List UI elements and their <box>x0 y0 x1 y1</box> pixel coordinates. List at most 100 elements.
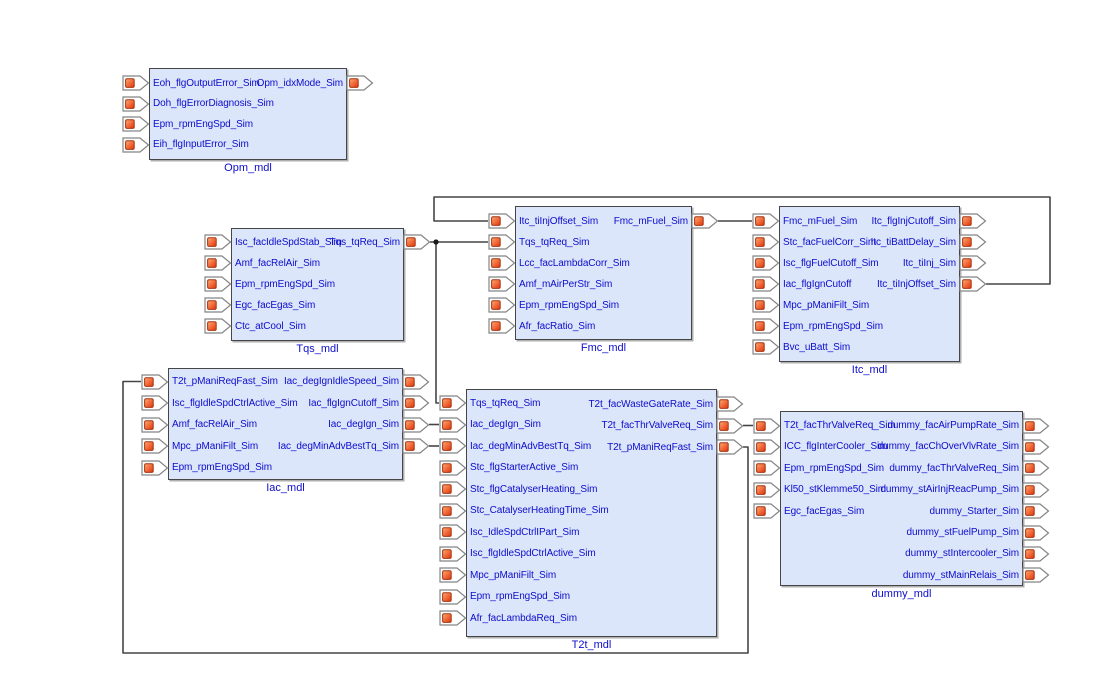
input-port-Itc_tiInjOffset_Sim[interactable] <box>488 213 516 229</box>
input-port-label: Stc_flgCatalyserHeating_Sim <box>470 482 597 497</box>
port-square-icon <box>757 464 766 473</box>
output-port-label: Iac_degIgn_Sim <box>328 417 399 432</box>
input-port-Isc_flgIdleSpdCtrlActive_Sim[interactable] <box>439 546 467 562</box>
output-port-Itc_tiBattDelay_Sim[interactable] <box>959 234 987 250</box>
port-square-icon <box>1026 443 1035 452</box>
port-square-icon <box>695 217 704 226</box>
output-port-T2t_facWasteGateRate_Sim[interactable] <box>716 396 744 412</box>
input-port-Afr_facRatio_Sim[interactable] <box>488 318 516 334</box>
output-port-label: T2t_pManiReqFast_Sim <box>607 440 713 455</box>
input-port-label: Mpc_pManiFilt_Sim <box>783 298 869 313</box>
port-square-icon <box>406 442 415 451</box>
output-port-dummy_facAirPumpRate_Sim[interactable] <box>1022 418 1050 434</box>
output-port-Iac_degIgnIdleSpeed_Sim[interactable] <box>402 374 430 390</box>
output-port-label: Tqs_tqReq_Sim <box>330 235 400 250</box>
port-square-icon <box>756 280 765 289</box>
input-port-Epm_rpmEngSpd_Sim[interactable] <box>752 318 780 334</box>
port-square-icon <box>1026 571 1035 580</box>
port-square-icon <box>443 399 452 408</box>
input-port-label: Stc_facFuelCorr_Sim <box>783 235 876 250</box>
output-port-Fmc_mFuel_Sim[interactable] <box>691 213 719 229</box>
input-port-Amf_facRelAir_Sim[interactable] <box>141 417 169 433</box>
output-port-dummy_stMainRelais_Sim[interactable] <box>1022 567 1050 583</box>
port-square-icon <box>756 343 765 352</box>
input-port-Epm_rpmEngSpd_Sim[interactable] <box>439 589 467 605</box>
input-port-Stc_flgCatalyserHeating_Sim[interactable] <box>439 481 467 497</box>
output-port-Itc_flgInjCutoff_Sim[interactable] <box>959 213 987 229</box>
input-port-Isc_flgIdleSpdCtrlActive_Sim[interactable] <box>141 395 169 411</box>
port-square-icon <box>492 280 501 289</box>
output-port-Itc_tiInj_Sim[interactable] <box>959 255 987 271</box>
input-port-Isc_facIdleSpdStab_Sim[interactable] <box>204 234 232 250</box>
input-port-Egc_facEgas_Sim[interactable] <box>204 297 232 313</box>
input-port-Kl50_stKlemme50_Sim[interactable] <box>753 482 781 498</box>
port-square-icon <box>443 614 452 623</box>
output-port-T2t_pManiReqFast_Sim[interactable] <box>716 439 744 455</box>
output-port-dummy_facThrValveReq_Sim[interactable] <box>1022 460 1050 476</box>
input-port-Egc_facEgas_Sim[interactable] <box>753 503 781 519</box>
output-port-dummy_stAirInjReacPump_Sim[interactable] <box>1022 482 1050 498</box>
input-port-Epm_rpmEngSpd_Sim[interactable] <box>488 297 516 313</box>
output-port-Iac_flgIgnCutoff_Sim[interactable] <box>402 395 430 411</box>
input-port-label: Stc_flgStarterActive_Sim <box>470 460 578 475</box>
input-port-Isc_IdleSpdCtrlIPart_Sim[interactable] <box>439 524 467 540</box>
output-port-T2t_facThrValveReq_Sim[interactable] <box>716 418 744 434</box>
input-port-T2t_facThrValveReq_Sim[interactable] <box>753 418 781 434</box>
input-port-Amf_mAirPerStr_Sim[interactable] <box>488 276 516 292</box>
output-port-label: dummy_stMainRelais_Sim <box>903 568 1019 583</box>
output-port-label: Iac_flgIgnCutoff_Sim <box>308 396 399 411</box>
input-port-Epm_rpmEngSpd_Sim[interactable] <box>204 276 232 292</box>
input-port-Stc_CatalyserHeatingTime_Sim[interactable] <box>439 503 467 519</box>
input-port-T2t_pManiReqFast_Sim[interactable] <box>141 374 169 390</box>
input-port-Ctc_atCool_Sim[interactable] <box>204 318 232 334</box>
input-port-Fmc_mFuel_Sim[interactable] <box>752 213 780 229</box>
input-port-Tqs_tqReq_Sim[interactable] <box>439 395 467 411</box>
input-port-label: Fmc_mFuel_Sim <box>783 214 857 229</box>
input-port-Stc_facFuelCorr_Sim[interactable] <box>752 234 780 250</box>
output-port-Tqs_tqReq_Sim[interactable] <box>403 234 431 250</box>
input-port-Mpc_pManiFilt_Sim[interactable] <box>752 297 780 313</box>
input-port-Stc_flgStarterActive_Sim[interactable] <box>439 460 467 476</box>
input-port-Eih_flgInputError_Sim[interactable] <box>122 137 150 153</box>
input-port-ICC_flgInterCooler_Sim[interactable] <box>753 439 781 455</box>
port-square-icon <box>756 259 765 268</box>
output-port-dummy_facChOverVlvRate_Sim[interactable] <box>1022 439 1050 455</box>
input-port-Mpc_pManiFilt_Sim[interactable] <box>141 438 169 454</box>
wire-Tqs_tqReq-branch-to-T2t[interactable] <box>436 242 439 403</box>
input-port-label: Epm_rpmEngSpd_Sim <box>172 460 272 475</box>
output-port-label: dummy_facThrValveReq_Sim <box>889 461 1019 476</box>
input-port-Epm_rpmEngSpd_Sim[interactable] <box>753 460 781 476</box>
input-port-Iac_flgIgnCutoff[interactable] <box>752 276 780 292</box>
output-port-Itc_tiInjOffset_Sim[interactable] <box>959 276 987 292</box>
port-square-icon <box>963 259 972 268</box>
port-square-icon <box>757 421 766 430</box>
input-port-Doh_flgErrorDiagnosis_Sim[interactable] <box>122 96 150 112</box>
output-port-Iac_degMinAdvBestTq_Sim[interactable] <box>402 438 430 454</box>
input-port-Eoh_flgOutputError_Sim[interactable] <box>122 75 150 91</box>
output-port-dummy_Starter_Sim[interactable] <box>1022 503 1050 519</box>
input-port-Iac_degMinAdvBestTq_Sim[interactable] <box>439 438 467 454</box>
input-port-label: Eih_flgInputError_Sim <box>153 137 249 152</box>
input-port-Afr_facLambdaReq_Sim[interactable] <box>439 610 467 626</box>
input-port-Isc_flgFuelCutoff_Sim[interactable] <box>752 255 780 271</box>
output-port-dummy_stFuelPump_Sim[interactable] <box>1022 525 1050 541</box>
output-port-dummy_stIntercooler_Sim[interactable] <box>1022 546 1050 562</box>
port-square-icon <box>1026 485 1035 494</box>
input-port-Amf_facRelAir_Sim[interactable] <box>204 255 232 271</box>
input-port-Mpc_pManiFilt_Sim[interactable] <box>439 567 467 583</box>
input-port-label: Epm_rpmEngSpd_Sim <box>783 319 883 334</box>
input-port-label: Mpc_pManiFilt_Sim <box>172 439 258 454</box>
block-label-Itc_mdl: Itc_mdl <box>852 364 887 376</box>
port-square-icon <box>1026 464 1035 473</box>
output-port-Iac_degIgn_Sim[interactable] <box>402 417 430 433</box>
input-port-Tqs_tqReq_Sim[interactable] <box>488 234 516 250</box>
output-port-Opm_idxMode_Sim[interactable] <box>346 75 374 91</box>
port-square-icon <box>145 377 154 386</box>
port-square-icon <box>126 120 135 129</box>
input-port-Iac_degIgn_Sim[interactable] <box>439 417 467 433</box>
input-port-Bvc_uBatt_Sim[interactable] <box>752 339 780 355</box>
input-port-label: Egc_facEgas_Sim <box>784 504 864 519</box>
input-port-Epm_rpmEngSpd_Sim[interactable] <box>122 116 150 132</box>
input-port-Lcc_facLambdaCorr_Sim[interactable] <box>488 255 516 271</box>
input-port-Epm_rpmEngSpd_Sim[interactable] <box>141 460 169 476</box>
